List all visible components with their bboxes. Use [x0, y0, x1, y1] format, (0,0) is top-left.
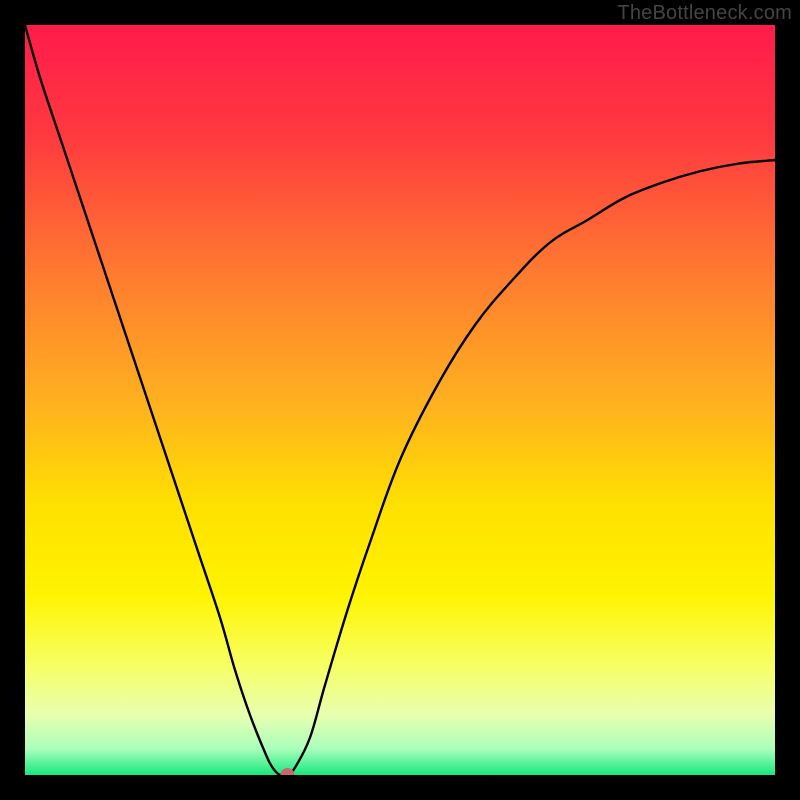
chart-frame: TheBottleneck.com	[0, 0, 800, 800]
watermark-text: TheBottleneck.com	[617, 2, 792, 25]
bottleneck-curve	[25, 25, 775, 775]
optimum-marker	[281, 768, 295, 775]
plot-area	[25, 25, 775, 775]
